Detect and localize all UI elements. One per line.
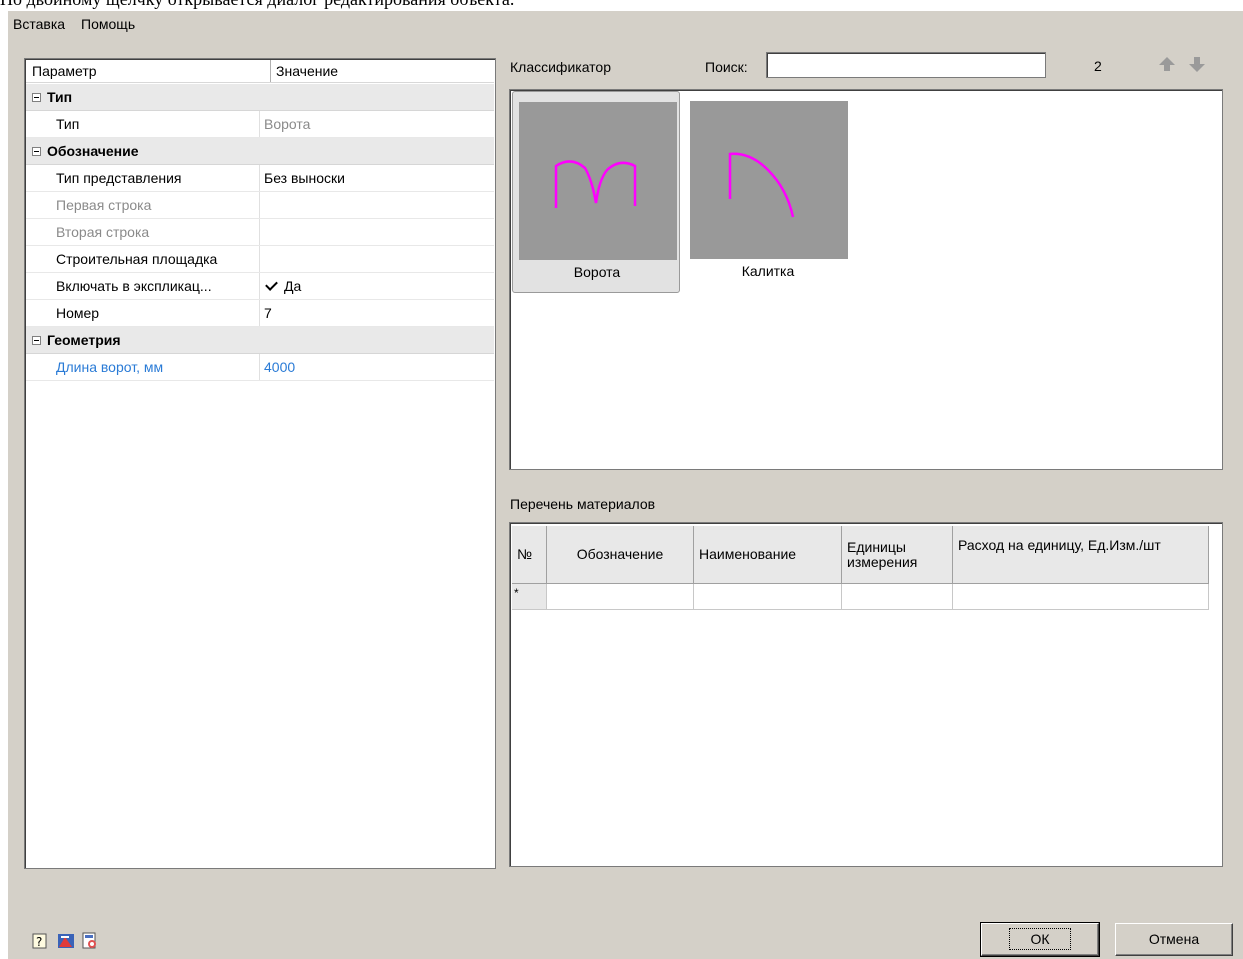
gate-icon — [519, 102, 677, 260]
table-cell[interactable] — [547, 584, 694, 610]
category-geometry[interactable]: Геометрия — [26, 327, 494, 354]
property-name: Первая строка — [26, 192, 260, 218]
menubar: Вставка Помощь — [12, 16, 136, 36]
edit-dialog: Вставка Помощь Параметр Значение Тип Тип… — [8, 11, 1243, 959]
property-value: Ворота — [264, 116, 311, 132]
arrow-down-icon[interactable] — [1188, 57, 1206, 73]
column-header-number[interactable]: № — [512, 526, 547, 584]
property-name: Длина ворот, мм — [26, 354, 260, 380]
collapse-icon[interactable] — [32, 335, 41, 345]
property-row-gate-length[interactable]: Длина ворот, мм 4000 — [26, 354, 494, 381]
column-header-parameter[interactable]: Параметр — [26, 60, 271, 82]
category-designation[interactable]: Обозначение — [26, 138, 494, 165]
item-count: 2 — [1094, 58, 1102, 74]
column-header-units[interactable]: Единицы измерения — [842, 526, 953, 584]
property-row-line1[interactable]: Первая строка — [26, 192, 494, 219]
materials-label: Перечень материалов — [510, 496, 656, 512]
column-header-consumption[interactable]: Расход на единицу, Ед.Изм./шт — [953, 526, 1209, 584]
table-cell[interactable] — [694, 584, 842, 610]
help-icon[interactable]: ? — [31, 932, 49, 950]
search-input[interactable] — [766, 52, 1046, 78]
property-name: Включать в экспликац... — [26, 273, 260, 299]
report-icon[interactable] — [81, 932, 99, 950]
cancel-button[interactable]: Отмена — [1115, 923, 1233, 956]
table-cell[interactable] — [953, 584, 1209, 610]
property-row-line2[interactable]: Вторая строка — [26, 219, 494, 246]
property-name: Строительная площадка — [26, 246, 260, 272]
row-header[interactable]: * — [512, 584, 547, 610]
property-value[interactable] — [260, 219, 494, 245]
classifier-item-label: Ворота — [573, 264, 621, 280]
materials-table[interactable]: № Обозначение Наименование Единицы измер… — [509, 522, 1223, 867]
classifier-label: Классификатор — [510, 59, 612, 75]
category-label: Тип — [47, 89, 73, 105]
property-rows: Тип Тип Ворота Обозначение Тип представл… — [26, 84, 494, 381]
collapse-icon[interactable] — [32, 146, 41, 156]
column-header-name[interactable]: Наименование — [694, 526, 842, 584]
drawing-icon[interactable] — [57, 932, 75, 950]
property-grid[interactable]: Параметр Значение Тип Тип Ворота Обознач… — [24, 58, 496, 869]
classifier-item-label: Калитка — [741, 263, 795, 279]
property-name: Номер — [26, 300, 260, 326]
property-name: Тип представления — [26, 165, 260, 191]
property-row-number[interactable]: Номер 7 — [26, 300, 494, 327]
menu-help[interactable]: Помощь — [80, 16, 136, 36]
arrow-up-icon[interactable] — [1158, 57, 1176, 73]
svg-text:?: ? — [36, 935, 42, 949]
ok-label: ОК — [1009, 928, 1071, 950]
table-cell[interactable] — [842, 584, 953, 610]
property-row-construction-site[interactable]: Строительная площадка — [26, 246, 494, 273]
property-row-type[interactable]: Тип Ворота — [26, 111, 494, 138]
category-type[interactable]: Тип — [26, 84, 494, 111]
checkmark-icon[interactable] — [264, 279, 278, 293]
property-value[interactable] — [260, 192, 494, 218]
property-value[interactable]: Да — [260, 273, 494, 299]
property-name: Тип — [26, 111, 260, 137]
column-header-designation[interactable]: Обозначение — [547, 526, 694, 584]
column-header-value[interactable]: Значение — [271, 60, 494, 82]
ok-button[interactable]: ОК — [980, 922, 1100, 957]
property-row-representation[interactable]: Тип представления Без выноски — [26, 165, 494, 192]
classifier-item-gate[interactable]: Ворота — [512, 91, 680, 293]
caption-text: По двойному щелчку открывается диалог ре… — [0, 0, 900, 11]
property-row-include[interactable]: Включать в экспликац... Да — [26, 273, 494, 300]
category-label: Геометрия — [47, 332, 121, 348]
search-label: Поиск: — [705, 59, 748, 75]
category-label: Обозначение — [47, 143, 139, 159]
materials-header: № Обозначение Наименование Единицы измер… — [512, 526, 1209, 584]
classifier-item-wicket[interactable]: Калитка — [684, 91, 852, 293]
property-name: Вторая строка — [26, 219, 260, 245]
classifier-list[interactable]: Ворота Калитка — [509, 89, 1223, 470]
property-value[interactable] — [260, 246, 494, 272]
include-value: Да — [284, 278, 302, 294]
wicket-icon — [690, 101, 848, 259]
table-row-new[interactable]: * — [512, 584, 1209, 610]
collapse-icon[interactable] — [32, 92, 41, 102]
property-value[interactable]: 7 — [260, 300, 494, 326]
menu-insert[interactable]: Вставка — [12, 16, 66, 36]
property-value[interactable]: Без выноски — [260, 165, 494, 191]
property-value[interactable]: 4000 — [260, 354, 494, 380]
property-grid-header: Параметр Значение — [26, 60, 494, 83]
